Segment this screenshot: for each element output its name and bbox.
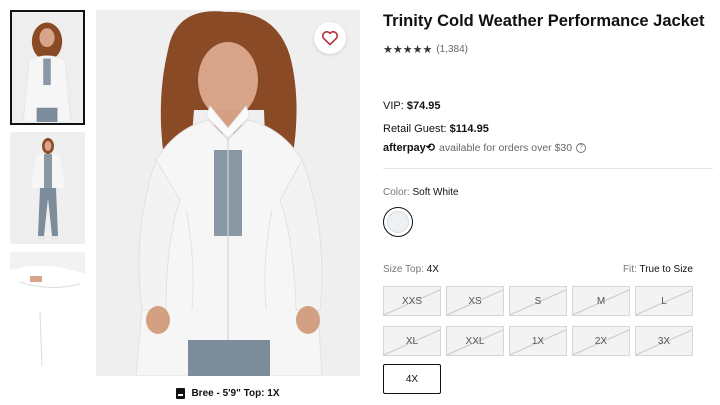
size-option-1x[interactable]: 1X <box>509 326 567 356</box>
size-option-xxs[interactable]: XXS <box>383 286 441 316</box>
thumbnail-detail-image <box>10 252 85 366</box>
size-option-label: L <box>661 295 667 307</box>
vip-price-row: VIP: $74.95 <box>383 100 441 112</box>
fit-label: Fit: <box>622 264 637 275</box>
retail-price: $114.95 <box>449 123 489 135</box>
model-photo <box>96 10 360 376</box>
swatch-fill <box>387 211 409 233</box>
thumbnail-full-body[interactable] <box>10 132 85 244</box>
color-label: Color: <box>383 187 410 198</box>
thumbnail-front-image <box>12 13 83 123</box>
thumbnail-front[interactable] <box>10 10 85 125</box>
info-icon[interactable]: ? <box>576 142 587 153</box>
section-divider <box>383 168 713 169</box>
size-option-3x[interactable]: 3X <box>635 326 693 356</box>
size-option-label: XS <box>468 295 482 307</box>
heart-icon <box>321 31 339 46</box>
review-count[interactable]: (1,384) <box>436 44 468 55</box>
color-value: Soft White <box>412 187 459 198</box>
size-option-xxl[interactable]: XXL <box>446 326 504 356</box>
vip-label: VIP: <box>383 100 404 112</box>
size-option-label: 1X <box>531 335 545 347</box>
model-info-icon <box>176 388 186 399</box>
afterpay-row: afterpay⟲ available for orders over $30 … <box>383 141 587 154</box>
size-option-label: XXS <box>401 295 422 307</box>
size-option-4x[interactable]: 4X <box>383 364 441 394</box>
favorite-button[interactable] <box>314 22 346 54</box>
afterpay-text: available for orders over $30 <box>439 141 573 154</box>
thumbnail-full-body-image <box>10 132 85 244</box>
size-option-label: S <box>534 295 542 307</box>
size-option-2x[interactable]: 2X <box>572 326 630 356</box>
size-option-xl[interactable]: XL <box>383 326 441 356</box>
afterpay-logo: afterpay⟲ <box>383 142 436 154</box>
size-option-label: M <box>596 295 606 307</box>
size-option-label: 4X <box>405 373 419 385</box>
size-option-label: 3X <box>657 335 671 347</box>
size-option-label: XL <box>405 335 419 347</box>
star-rating-icon: ★★★★★ <box>383 44 432 55</box>
size-option-l[interactable]: L <box>635 286 693 316</box>
thumbnail-detail[interactable] <box>10 252 85 366</box>
fit-label-row: Fit: True to Size <box>623 264 693 275</box>
stars-text: ★★★★★ <box>383 43 433 56</box>
size-label: Size Top: <box>383 264 424 275</box>
main-product-image[interactable] <box>96 10 360 376</box>
size-option-s[interactable]: S <box>509 286 567 316</box>
model-info-text: Bree - 5'9" Top: 1X <box>191 388 280 399</box>
size-value: 4X <box>426 264 439 275</box>
fit-value: True to Size <box>639 264 693 275</box>
size-option-m[interactable]: M <box>572 286 630 316</box>
size-option-xs[interactable]: XS <box>446 286 504 316</box>
size-label-row: Size Top: 4X <box>383 264 439 275</box>
vip-price: $74.95 <box>406 100 441 112</box>
retail-price-row: Retail Guest: $114.95 <box>383 123 489 135</box>
size-option-label: 2X <box>594 335 608 347</box>
color-swatch-soft-white[interactable] <box>383 207 413 237</box>
retail-label: Retail Guest: <box>383 123 447 135</box>
color-label-row: Color: Soft White <box>383 187 459 198</box>
model-info: Bree - 5'9" Top: 1X <box>96 388 360 399</box>
size-option-label: XXL <box>465 335 485 347</box>
product-rating[interactable]: ★★★★★ (1,384) <box>383 44 468 55</box>
product-title: Trinity Cold Weather Performance Jacket <box>383 12 705 30</box>
